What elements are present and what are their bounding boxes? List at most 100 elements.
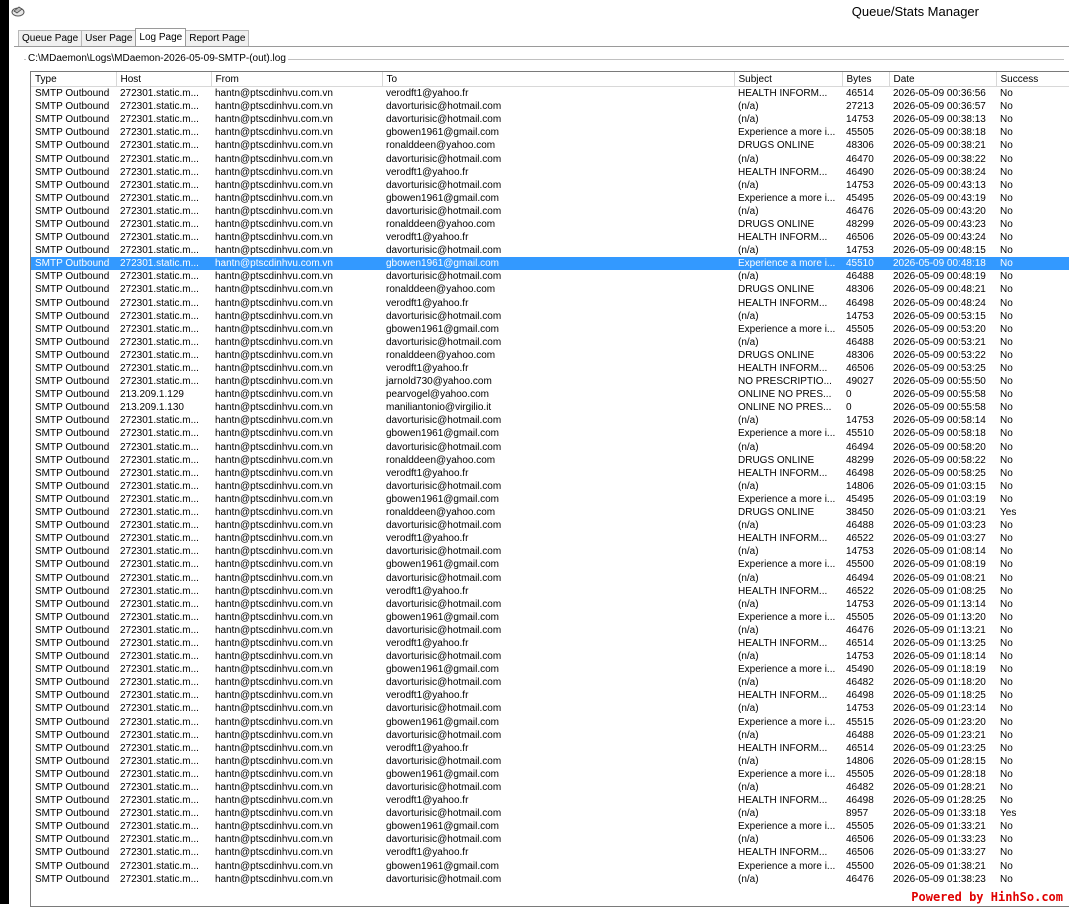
cell-host: 272301.static.m... [120, 860, 199, 872]
table-row[interactable]: SMTP Outbound 272301.static.m... hantn@pts… [31, 100, 1069, 113]
table-row[interactable]: SMTP Outbound 272301.static.m... hantn@pts… [31, 152, 1069, 165]
table-row[interactable]: SMTP Outbound 272301.static.m... hantn@pts… [31, 532, 1069, 545]
cell-success: No [1000, 127, 1013, 139]
table-row[interactable]: SMTP Outbound 272301.static.m... hantn@pts… [31, 689, 1069, 702]
table-row[interactable]: SMTP Outbound 272301.static.m... hantn@pts… [31, 179, 1069, 192]
table-row[interactable]: SMTP Outbound 272301.static.m... hantn@pts… [31, 611, 1069, 624]
cell-type: SMTP Outbound [35, 598, 110, 610]
table-row[interactable]: SMTP Outbound 272301.static.m... hantn@pts… [31, 454, 1069, 467]
table-row[interactable]: SMTP Outbound 272301.static.m... hantn@pts… [31, 297, 1069, 310]
cell-from: hantn@ptscdinhvu.com.vn [211, 257, 382, 271]
table-row[interactable]: SMTP Outbound 272301.static.m... hantn@pts… [31, 283, 1069, 296]
table-row[interactable]: SMTP Outbound 272301.static.m... hantn@pts… [31, 794, 1069, 807]
table-row[interactable]: SMTP Outbound 272301.static.m... hantn@pts… [31, 336, 1069, 349]
table-row[interactable]: SMTP Outbound 272301.static.m... hantn@pts… [31, 846, 1069, 859]
table-row[interactable]: SMTP Outbound 272301.static.m... hantn@pts… [31, 676, 1069, 689]
table-row[interactable]: SMTP Outbound 272301.static.m... hantn@pts… [31, 545, 1069, 558]
table-row[interactable]: SMTP Outbound 272301.static.m... hantn@pts… [31, 755, 1069, 768]
cell-type: SMTP Outbound [35, 310, 110, 322]
table-row[interactable]: SMTP Outbound 272301.static.m... hantn@pts… [31, 166, 1069, 179]
cell-success: No [1000, 245, 1013, 257]
table-row[interactable]: SMTP Outbound 272301.static.m... hantn@pts… [31, 650, 1069, 663]
tab-report-page[interactable]: Report Page [185, 30, 250, 46]
cell-subject: (n/a) [738, 336, 759, 348]
table-row[interactable]: SMTP Outbound 272301.static.m... hantn@pts… [31, 257, 1069, 271]
table-row[interactable]: SMTP Outbound 272301.static.m... hantn@pts… [31, 441, 1069, 454]
table-row[interactable]: SMTP Outbound 272301.static.m... hantn@pts… [31, 585, 1069, 598]
column-header-from[interactable]: From [211, 72, 383, 87]
cell-from: hantn@ptscdinhvu.com.vn [215, 232, 333, 244]
table-row[interactable]: SMTP Outbound 272301.static.m... hantn@pts… [31, 375, 1069, 388]
column-header-host[interactable]: Host [116, 72, 212, 87]
cell-to: davorturisic@hotmail.com [386, 755, 502, 767]
table-row[interactable]: SMTP Outbound 272301.static.m... hantn@pts… [31, 860, 1069, 873]
table-row[interactable]: SMTP Outbound 272301.static.m... hantn@pts… [31, 205, 1069, 218]
cell-from: hantn@ptscdinhvu.com.vn [215, 664, 333, 676]
table-row[interactable]: SMTP Outbound 272301.static.m... hantn@pts… [31, 349, 1069, 362]
cell-success: No [1000, 218, 1013, 230]
column-header-success[interactable]: Success [996, 72, 1069, 87]
table-row[interactable]: SMTP Outbound 272301.static.m... hantn@pts… [31, 768, 1069, 781]
cell-to: gbowen1961@gmail.com [386, 768, 499, 780]
tab-log-page[interactable]: Log Page [135, 28, 187, 46]
cell-host: 272301.static.m... [120, 493, 199, 505]
table-row[interactable]: SMTP Outbound 272301.static.m... hantn@pts… [31, 729, 1069, 742]
cell-success: No [1000, 467, 1013, 479]
table-row[interactable]: SMTP Outbound 272301.static.m... hantn@pts… [31, 244, 1069, 257]
log-list-view[interactable]: Type Host From To Subject Bytes Date Suc… [30, 71, 1069, 907]
table-row[interactable]: SMTP Outbound 272301.static.m... hantn@pts… [31, 873, 1069, 886]
cell-host: 213.209.1.129 [120, 389, 184, 401]
table-row[interactable]: SMTP Outbound 272301.static.m... hantn@pts… [31, 807, 1069, 820]
table-row[interactable]: SMTP Outbound 213.209.1.130 hantn@ptscdinh… [31, 401, 1069, 414]
table-row[interactable]: SMTP Outbound 272301.static.m... hantn@pts… [31, 519, 1069, 532]
cell-bytes: 45505 [846, 611, 874, 623]
table-row[interactable]: SMTP Outbound 272301.static.m... hantn@pts… [31, 820, 1069, 833]
cell-host: 272301.static.m... [120, 192, 199, 204]
column-header-subject[interactable]: Subject [734, 72, 843, 87]
table-row[interactable]: SMTP Outbound 213.209.1.129 hantn@ptscdinh… [31, 388, 1069, 401]
table-row[interactable]: SMTP Outbound 272301.static.m... hantn@pts… [31, 218, 1069, 231]
table-row[interactable]: SMTP Outbound 272301.static.m... hantn@pts… [31, 126, 1069, 139]
table-row[interactable]: SMTP Outbound 272301.static.m... hantn@pts… [31, 558, 1069, 571]
column-header-to[interactable]: To [382, 72, 735, 87]
tab-queue-page[interactable]: Queue Page [18, 30, 83, 46]
table-row[interactable]: SMTP Outbound 272301.static.m... hantn@pts… [31, 833, 1069, 846]
cell-to: verodft1@yahoo.fr [386, 166, 469, 178]
table-row[interactable]: SMTP Outbound 272301.static.m... hantn@pts… [31, 323, 1069, 336]
column-header-type[interactable]: Type [31, 72, 117, 87]
cell-from: hantn@ptscdinhvu.com.vn [215, 572, 333, 584]
table-row[interactable]: SMTP Outbound 272301.static.m... hantn@pts… [31, 506, 1069, 519]
table-row[interactable]: SMTP Outbound 272301.static.m... hantn@pts… [31, 663, 1069, 676]
table-row[interactable]: SMTP Outbound 272301.static.m... hantn@pts… [31, 270, 1069, 283]
column-header-bytes[interactable]: Bytes [842, 72, 890, 87]
column-header-date[interactable]: Date [889, 72, 997, 87]
table-row[interactable]: SMTP Outbound 272301.static.m... hantn@pts… [31, 781, 1069, 794]
cell-to: verodft1@yahoo.fr [386, 585, 469, 597]
table-row[interactable]: SMTP Outbound 272301.static.m... hantn@pts… [31, 113, 1069, 126]
table-row[interactable]: SMTP Outbound 272301.static.m... hantn@pts… [31, 637, 1069, 650]
table-row[interactable]: SMTP Outbound 272301.static.m... hantn@pts… [31, 362, 1069, 375]
table-row[interactable]: SMTP Outbound 272301.static.m... hantn@pts… [31, 467, 1069, 480]
table-row[interactable]: SMTP Outbound 272301.static.m... hantn@pts… [31, 598, 1069, 611]
cell-from: hantn@ptscdinhvu.com.vn [215, 637, 333, 649]
table-row[interactable]: SMTP Outbound 272301.static.m... hantn@pts… [31, 192, 1069, 205]
table-row[interactable]: SMTP Outbound 272301.static.m... hantn@pts… [31, 139, 1069, 152]
table-row[interactable]: SMTP Outbound 272301.static.m... hantn@pts… [31, 716, 1069, 729]
table-row[interactable]: SMTP Outbound 272301.static.m... hantn@pts… [31, 231, 1069, 244]
table-row[interactable]: SMTP Outbound 272301.static.m... hantn@pts… [31, 480, 1069, 493]
tab-user-page[interactable]: User Page [81, 30, 137, 46]
cell-date: 2026-05-09 01:03:19 [893, 493, 986, 505]
table-row[interactable]: SMTP Outbound 272301.static.m... hantn@pts… [31, 742, 1069, 755]
table-row[interactable]: SMTP Outbound 272301.static.m... hantn@pts… [31, 571, 1069, 584]
table-row[interactable]: SMTP Outbound 272301.static.m... hantn@pts… [31, 493, 1069, 506]
table-row[interactable]: SMTP Outbound 272301.static.m... hantn@pts… [31, 427, 1069, 440]
table-row[interactable]: SMTP Outbound 272301.static.m... hantn@pts… [31, 87, 1069, 101]
table-row[interactable]: SMTP Outbound 272301.static.m... hantn@pts… [31, 414, 1069, 427]
table-row[interactable]: SMTP Outbound 272301.static.m... hantn@pts… [31, 702, 1069, 715]
watermark: Powered by HinhSo.com [909, 890, 1065, 904]
table-row[interactable]: SMTP Outbound 272301.static.m... hantn@pts… [31, 624, 1069, 637]
cell-subject: DRUGS ONLINE [738, 140, 815, 152]
cell-subject: Experience a more i... [738, 821, 836, 833]
cell-date: 2026-05-09 01:18:25 [893, 690, 986, 702]
table-row[interactable]: SMTP Outbound 272301.static.m... hantn@pts… [31, 310, 1069, 323]
